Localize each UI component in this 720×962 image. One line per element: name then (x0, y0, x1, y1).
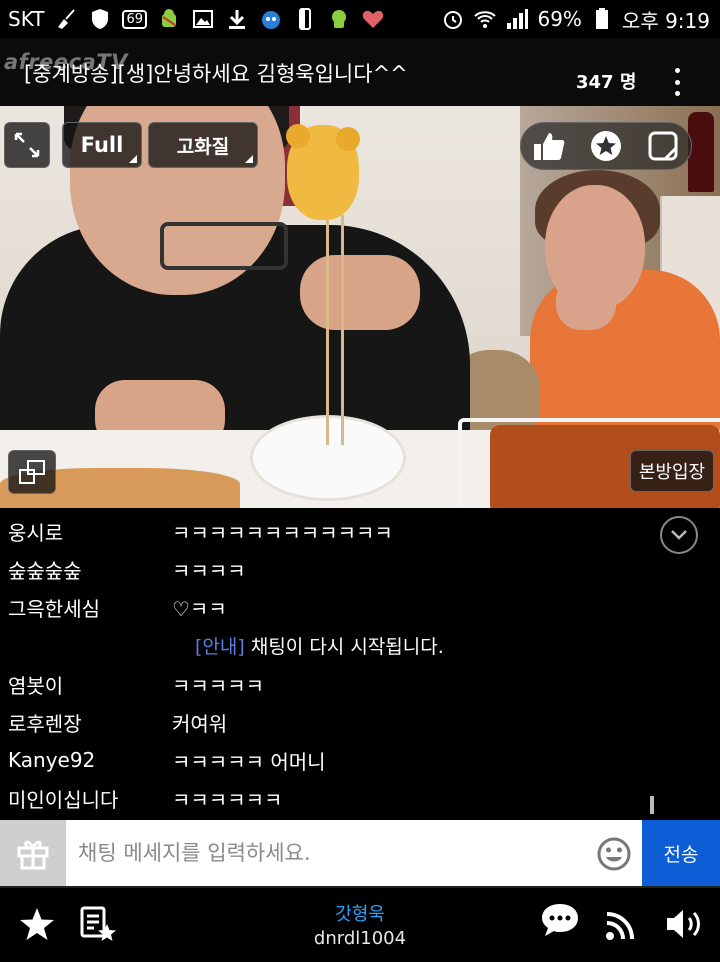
signal-icon (507, 9, 529, 29)
chat-text: ㅋㅋㅋㅋㅋㅋ (172, 787, 283, 812)
chat-list[interactable]: 웅시로 ㅋㅋㅋㅋㅋㅋㅋㅋㅋㅋㅋㅋ 숲숲숲숲 ㅋㅋㅋㅋ 그윽한세심 ♡ㅋㅋ [안내… (0, 508, 720, 820)
image-icon (193, 10, 214, 28)
send-button[interactable]: 전송 (642, 820, 720, 886)
rss-share-icon[interactable] (604, 906, 640, 942)
volume-icon[interactable] (664, 906, 704, 942)
enter-main-room-label: 본방입장 (638, 462, 706, 483)
tv-icon (262, 11, 281, 29)
chat-bubble-icon[interactable] (540, 902, 580, 938)
chat-text: ♡ㅋㅋ (172, 596, 227, 621)
enter-main-room-button[interactable]: 본방입장 (630, 450, 714, 492)
screen-mode-label: Full (80, 133, 124, 157)
battery-icon (595, 8, 608, 29)
chat-message: Kanye92 ㅋㅋㅋㅋㅋ 어머니 (0, 741, 640, 779)
quality-label: 고화질 (176, 135, 230, 158)
quality-dropdown[interactable]: 고화질 (148, 122, 258, 168)
chat-input-bar: 전송 (0, 820, 720, 886)
chat-text: ㅋㅋㅋㅋㅋ 어머니 (172, 749, 326, 774)
chat-message: 염봇이 ㅋㅋㅋㅋㅋ (0, 665, 640, 703)
chat-message: 숲숲숲숲 ㅋㅋㅋㅋ (0, 550, 640, 588)
notice-tag: [안내] (195, 635, 245, 658)
chat-text: ㅋㅋㅋㅋㅋ (172, 673, 264, 698)
scroll-to-bottom-button[interactable] (660, 516, 698, 554)
dropdown-corner-icon (245, 155, 253, 163)
like-button[interactable] (526, 126, 572, 166)
popout-button[interactable] (8, 450, 56, 494)
sticker-icon (648, 131, 678, 161)
shield-icon (92, 9, 109, 29)
chat-message: 그윽한세심 ♡ㅋㅋ (0, 588, 640, 626)
popout-window-icon (19, 460, 45, 484)
expand-arrows-icon (14, 132, 40, 158)
chat-nickname[interactable]: 미인이십니다 (8, 784, 118, 813)
chat-nickname[interactable]: 웅시로 (8, 517, 63, 546)
viewer-count: 347 명 (576, 72, 637, 93)
chat-text: ㅋㅋㅋㅋ (172, 558, 246, 583)
bottom-bar: 갓형욱 dnrdl1004 (0, 886, 720, 962)
download-icon (229, 10, 246, 29)
chat-nickname[interactable]: 로후렌장 (8, 708, 82, 737)
heart-icon (362, 10, 384, 28)
fullscreen-button[interactable] (4, 122, 50, 168)
chat-nickname[interactable]: Kanye92 (8, 748, 95, 772)
broadcast-title-bar: afreecaTV [중계방송][생]안녕하세요 김형욱입니다^^ 347 명 (0, 38, 720, 106)
thumbs-up-icon (534, 133, 565, 160)
dropdown-corner-icon (129, 155, 137, 163)
battery-percent: 69% (537, 7, 582, 31)
broadcast-title: [중계방송][생]안녕하세요 김형욱입니다^^ (24, 62, 408, 86)
chevron-down-icon (671, 530, 687, 540)
notice-text: 채팅이 다시 시작됩니다. (250, 635, 444, 658)
chat-message: 로후렌장 커여워 (0, 703, 640, 741)
favorite-button[interactable] (583, 126, 629, 166)
gift-icon (17, 840, 49, 870)
chat-nickname[interactable]: 염봇이 (8, 670, 63, 699)
chat-message-input[interactable] (66, 820, 588, 886)
screen-mode-dropdown[interactable]: Full (62, 122, 142, 168)
gift-button[interactable] (0, 820, 66, 886)
wifi-icon (474, 11, 497, 28)
chat-nickname[interactable]: 숲숲숲숲 (8, 555, 82, 584)
phone-icon (299, 8, 312, 30)
more-menu-icon[interactable] (672, 68, 682, 96)
clock: 오후 9:19 (621, 8, 710, 33)
sticker-button[interactable] (640, 126, 686, 166)
chat-scrollbar[interactable] (650, 796, 654, 814)
android-icon (162, 9, 177, 27)
chat-notice: [안내] 채팅이 다시 시작됩니다. (0, 626, 640, 664)
status-bar: SKT 69 69% 오후 9:19 (0, 0, 720, 38)
star-circle-icon (590, 131, 621, 161)
chat-nickname[interactable]: 그윽한세심 (8, 593, 100, 622)
chat-text: 커여워 (172, 711, 228, 736)
alarm-icon (444, 11, 463, 29)
android-green-icon (332, 10, 347, 28)
chat-text: ㅋㅋㅋㅋㅋㅋㅋㅋㅋㅋㅋㅋ (172, 520, 393, 545)
notification-badge: 69 (122, 9, 148, 29)
player-action-group (520, 122, 692, 170)
broom-icon (58, 9, 76, 29)
carrier-label: SKT (8, 7, 45, 31)
emoji-icon[interactable] (596, 836, 632, 872)
chat-message: 웅시로 ㅋㅋㅋㅋㅋㅋㅋㅋㅋㅋㅋㅋ (0, 512, 640, 550)
chat-message: 미인이십니다 ㅋㅋㅋㅋㅋㅋ (0, 779, 640, 817)
